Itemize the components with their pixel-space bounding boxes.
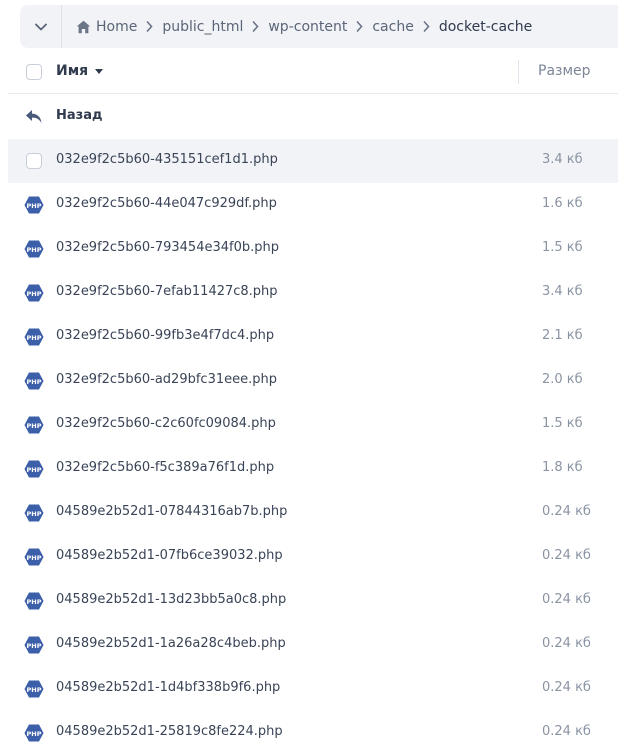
table-row[interactable]: PHP 032e9f2c5b60-ad29bfc31eee.php 2.0 кб bbox=[8, 359, 618, 403]
file-name[interactable]: 032e9f2c5b60-ad29bfc31eee.php bbox=[56, 372, 277, 387]
svg-text:PHP: PHP bbox=[27, 378, 42, 386]
svg-text:PHP: PHP bbox=[27, 730, 42, 738]
php-file-icon: PHP bbox=[24, 328, 44, 346]
select-all-checkbox[interactable] bbox=[26, 64, 42, 80]
table-row[interactable]: PHP 04589e2b52d1-07fb6ce39032.php 0.24 кб bbox=[8, 535, 618, 579]
size-column-header[interactable]: Размер bbox=[538, 63, 591, 79]
file-name[interactable]: 04589e2b52d1-07844316ab7b.php bbox=[56, 504, 287, 519]
file-name[interactable]: 032e9f2c5b60-c2c60fc09084.php bbox=[56, 416, 276, 431]
file-size: 2.0 кб bbox=[542, 372, 583, 387]
breadcrumb-item-home[interactable]: Home bbox=[96, 19, 137, 35]
php-file-icon: PHP bbox=[24, 460, 44, 478]
name-column-header[interactable]: Имя bbox=[56, 63, 104, 79]
table-row[interactable]: PHP 032e9f2c5b60-7efab11427c8.php 3.4 кб bbox=[8, 271, 618, 315]
php-file-icon: PHP bbox=[24, 548, 44, 566]
file-size: 0.24 кб bbox=[542, 636, 591, 651]
svg-text:PHP: PHP bbox=[27, 510, 42, 518]
checkbox[interactable] bbox=[26, 153, 42, 169]
table-row[interactable]: 032e9f2c5b60-435151cef1d1.php 3.4 кб bbox=[8, 139, 618, 183]
back-row[interactable]: Назад bbox=[8, 95, 618, 139]
file-name[interactable]: 04589e2b52d1-1d4bf338b9f6.php bbox=[56, 680, 280, 695]
chevron-right-icon bbox=[423, 21, 430, 32]
chevron-right-icon bbox=[356, 21, 363, 32]
php-file-icon: PHP bbox=[24, 240, 44, 258]
table-row[interactable]: PHP 032e9f2c5b60-44e047c929df.php 1.6 кб bbox=[8, 183, 618, 227]
file-size: 1.6 кб bbox=[542, 196, 583, 211]
php-file-icon: PHP bbox=[24, 592, 44, 610]
sort-desc-icon bbox=[95, 68, 104, 74]
table-row[interactable]: PHP 032e9f2c5b60-793454e34f0b.php 1.5 кб bbox=[8, 227, 618, 271]
svg-text:PHP: PHP bbox=[27, 422, 42, 430]
file-name[interactable]: 032e9f2c5b60-44e047c929df.php bbox=[56, 196, 277, 211]
php-file-icon: PHP bbox=[24, 372, 44, 390]
chevron-down-icon bbox=[34, 23, 47, 30]
table-header: Имя Размер bbox=[8, 50, 618, 94]
file-name[interactable]: 04589e2b52d1-25819c8fe224.php bbox=[56, 724, 283, 739]
file-size: 0.24 кб bbox=[542, 548, 591, 563]
table-row[interactable]: PHP 032e9f2c5b60-f5c389a76f1d.php 1.8 кб bbox=[8, 447, 618, 491]
php-file-icon: PHP bbox=[24, 724, 44, 742]
file-size: 3.4 кб bbox=[542, 284, 583, 299]
table-row[interactable]: PHP 04589e2b52d1-1d4bf338b9f6.php 0.24 кб bbox=[8, 667, 618, 711]
file-size: 2.1 кб bbox=[542, 328, 583, 343]
file-name[interactable]: 04589e2b52d1-1a26a28c4beb.php bbox=[56, 636, 286, 651]
breadcrumb-item-docket-cache: docket-cache bbox=[438, 18, 533, 35]
svg-text:PHP: PHP bbox=[27, 202, 42, 210]
file-size: 3.4 кб bbox=[542, 152, 583, 167]
file-name[interactable]: 032e9f2c5b60-793454e34f0b.php bbox=[56, 240, 279, 255]
svg-text:PHP: PHP bbox=[27, 466, 42, 474]
chevron-right-icon bbox=[146, 21, 153, 32]
table-row[interactable]: PHP 04589e2b52d1-13d23bb5a0c8.php 0.24 кб bbox=[8, 579, 618, 623]
back-label: Назад bbox=[56, 108, 103, 123]
file-name[interactable]: 032e9f2c5b60-99fb3e4f7dc4.php bbox=[56, 328, 274, 343]
svg-text:PHP: PHP bbox=[27, 686, 42, 694]
php-file-icon: PHP bbox=[24, 636, 44, 654]
home-icon[interactable] bbox=[76, 20, 91, 34]
svg-text:PHP: PHP bbox=[27, 598, 42, 606]
file-name[interactable]: 032e9f2c5b60-7efab11427c8.php bbox=[56, 284, 278, 299]
svg-text:PHP: PHP bbox=[27, 290, 42, 298]
file-size: 1.5 кб bbox=[542, 416, 583, 431]
table-row[interactable]: PHP 04589e2b52d1-1a26a28c4beb.php 0.24 кб bbox=[8, 623, 618, 667]
svg-text:PHP: PHP bbox=[27, 334, 42, 342]
row-checkbox[interactable] bbox=[24, 152, 44, 170]
breadcrumb-item-public-html[interactable]: public_html bbox=[162, 19, 243, 35]
file-size: 1.8 кб bbox=[542, 460, 583, 475]
breadcrumb: Home public_html wp-content cache docket… bbox=[20, 5, 618, 48]
chevron-right-icon bbox=[252, 21, 259, 32]
php-file-icon: PHP bbox=[24, 504, 44, 522]
table-row[interactable]: PHP 032e9f2c5b60-99fb3e4f7dc4.php 2.1 кб bbox=[8, 315, 618, 359]
table-row[interactable]: PHP 032e9f2c5b60-c2c60fc09084.php 1.5 кб bbox=[8, 403, 618, 447]
table-row[interactable]: PHP 04589e2b52d1-07844316ab7b.php 0.24 кб bbox=[8, 491, 618, 535]
svg-text:PHP: PHP bbox=[27, 554, 42, 562]
php-file-icon: PHP bbox=[24, 284, 44, 302]
file-size: 0.24 кб bbox=[542, 504, 591, 519]
file-size: 1.5 кб bbox=[542, 240, 583, 255]
svg-text:PHP: PHP bbox=[27, 642, 42, 650]
file-size: 0.24 кб bbox=[542, 592, 591, 607]
svg-text:PHP: PHP bbox=[27, 246, 42, 254]
name-column-label: Имя bbox=[56, 63, 89, 79]
file-size: 0.24 кб bbox=[542, 724, 591, 739]
column-divider[interactable] bbox=[518, 60, 519, 84]
table-row[interactable]: PHP 04589e2b52d1-25819c8fe224.php 0.24 кб bbox=[8, 711, 618, 755]
file-name[interactable]: 04589e2b52d1-13d23bb5a0c8.php bbox=[56, 592, 286, 607]
file-name[interactable]: 032e9f2c5b60-f5c389a76f1d.php bbox=[56, 460, 274, 475]
collapse-button[interactable] bbox=[20, 5, 62, 48]
file-size: 0.24 кб bbox=[542, 680, 591, 695]
file-name[interactable]: 032e9f2c5b60-435151cef1d1.php bbox=[56, 152, 278, 167]
back-arrow-icon bbox=[24, 108, 44, 126]
php-file-icon: PHP bbox=[24, 680, 44, 698]
php-file-icon: PHP bbox=[24, 416, 44, 434]
breadcrumb-item-cache[interactable]: cache bbox=[372, 19, 413, 35]
file-name[interactable]: 04589e2b52d1-07fb6ce39032.php bbox=[56, 548, 283, 563]
php-file-icon: PHP bbox=[24, 196, 44, 214]
breadcrumb-item-wp-content[interactable]: wp-content bbox=[268, 19, 347, 35]
breadcrumb-trail: Home public_html wp-content cache docket… bbox=[62, 19, 532, 35]
